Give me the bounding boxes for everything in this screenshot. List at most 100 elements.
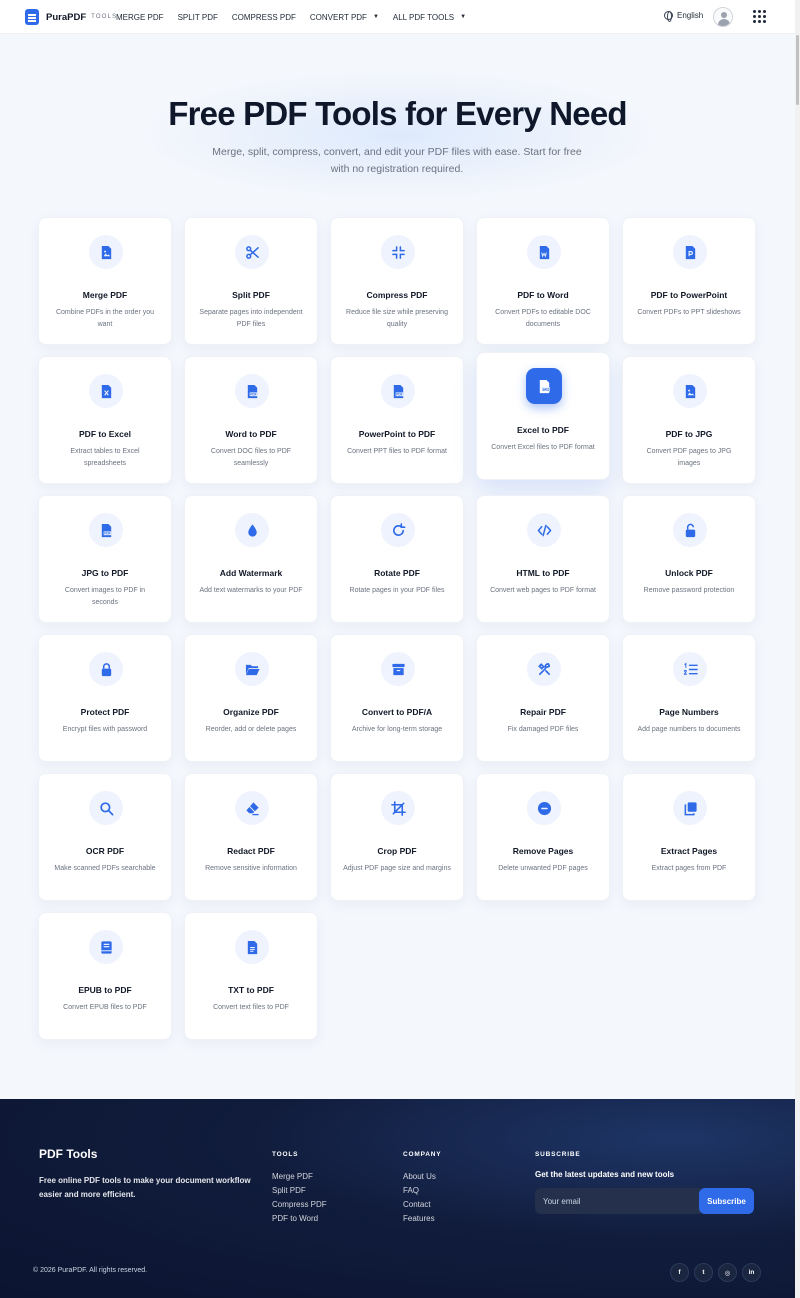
tool-card-unlock-pdf[interactable]: Unlock PDF Remove password protection <box>622 495 756 623</box>
page-scrollbar[interactable] <box>795 0 800 1298</box>
tool-description: Reorder, add or delete pages <box>205 726 297 733</box>
tool-title: Compress PDF <box>366 290 428 300</box>
tool-description: Delete unwanted PDF pages <box>498 865 588 872</box>
nav-compress-pdf[interactable]: COMPRESS PDF <box>232 13 296 22</box>
tool-card-add-watermark[interactable]: Add Watermark Add text watermarks to your… <box>184 495 318 623</box>
tool-card-redact-pdf[interactable]: Redact PDF Remove sensitive information <box>184 773 318 901</box>
user-account-button[interactable] <box>713 7 733 27</box>
facebook-icon[interactable]: f <box>670 1263 689 1282</box>
tool-title: Organize PDF <box>223 707 279 717</box>
archive-icon <box>381 652 415 686</box>
brand-subtitle: TOOLS <box>91 14 118 20</box>
tool-description: Add page numbers to documents <box>637 726 741 733</box>
tool-card-pdf-to-excel[interactable]: PDF to Excel Extract tables to Excel spre… <box>38 356 172 484</box>
tool-card-pdf-to-powerpoint[interactable]: PDF to PowerPoint Convert PDFs to PPT sli… <box>622 217 756 345</box>
document-logo-icon <box>25 9 39 25</box>
tool-title: Split PDF <box>232 290 270 300</box>
language-selector[interactable]: English <box>664 11 703 22</box>
footer-link-contact[interactable]: Contact <box>403 1198 441 1212</box>
footer-link-split-pdf[interactable]: Split PDF <box>272 1184 327 1198</box>
tool-description: Convert PPT files to PDF format <box>347 448 447 455</box>
tool-card-protect-pdf[interactable]: Protect PDF Encrypt files with password <box>38 634 172 762</box>
footer-link-faq[interactable]: FAQ <box>403 1184 441 1198</box>
tool-card-pdf-to-word[interactable]: PDF to Word Convert PDFs to editable DOC … <box>476 217 610 345</box>
tool-description: Convert DOC files to PDF seamlessly <box>210 448 292 467</box>
footer-link-about-us[interactable]: About Us <box>403 1170 441 1184</box>
tool-card-word-to-pdf[interactable]: PDF Word to PDF Convert DOC files to PDF s… <box>184 356 318 484</box>
tool-title: Convert to PDF/A <box>361 707 433 717</box>
tool-card-ocr-pdf[interactable]: OCR PDF Make scanned PDFs searchable <box>38 773 172 901</box>
pdf-file-icon: PDF <box>381 374 415 408</box>
image-file-icon <box>673 374 707 408</box>
nav-merge-pdf[interactable]: MERGE PDF <box>116 13 164 22</box>
site-footer: PDF Tools Free online PDF tools to make … <box>0 1099 795 1298</box>
tool-card-extract-pages[interactable]: Extract Pages Extract pages from PDF <box>622 773 756 901</box>
email-field[interactable] <box>535 1188 701 1214</box>
footer-company-column: COMPANY About Us FAQ Contact Features <box>403 1151 441 1226</box>
tool-title: Unlock PDF <box>665 568 713 578</box>
pdf-file-icon: PDF <box>526 368 562 404</box>
main-nav: MERGE PDF SPLIT PDF COMPRESS PDF CONVERT PD… <box>116 0 480 34</box>
footer-subscribe-heading: SUBSCRIBE <box>535 1151 581 1158</box>
tool-description: Fix damaged PDF files <box>507 726 579 733</box>
tool-description: Convert PDF pages to JPG images <box>646 448 732 467</box>
tool-card-merge-pdf[interactable]: Merge PDF Combine PDFs in the order you w… <box>38 217 172 345</box>
page-subtitle: Merge, split, compress, convert, and edi… <box>212 146 582 175</box>
tool-card-organize-pdf[interactable]: Organize PDF Reorder, add or delete pages <box>184 634 318 762</box>
tool-title: Rotate PDF <box>374 568 420 578</box>
tool-card-convert-to-pdf-a[interactable]: Convert to PDF/A Archive for long-term st… <box>330 634 464 762</box>
brand-logo[interactable]: PuraPDF TOOLS <box>25 9 117 25</box>
tool-title: EPUB to PDF <box>78 985 132 995</box>
tool-card-crop-pdf[interactable]: Crop PDF Adjust PDF page size and margins <box>330 773 464 901</box>
tool-description: Extract tables to Excel spreadsheets <box>70 448 140 467</box>
nav-convert-pdf[interactable]: CONVERT PDF ▼ <box>310 13 379 22</box>
pdf-file-icon: PDF <box>235 374 269 408</box>
twitter-icon[interactable]: t <box>694 1263 713 1282</box>
tool-card-epub-to-pdf[interactable]: EPUB to PDF Convert EPUB files to PDF <box>38 912 172 1040</box>
tool-title: Word to PDF <box>225 429 277 439</box>
footer-link-features[interactable]: Features <box>403 1212 441 1226</box>
search-icon <box>89 791 123 825</box>
book-icon <box>89 930 123 964</box>
tool-card-jpg-to-pdf[interactable]: PDF JPG to PDF Convert images to PDF in se… <box>38 495 172 623</box>
tool-card-page-numbers[interactable]: Page Numbers Add page numbers to document… <box>622 634 756 762</box>
tool-card-txt-to-pdf[interactable]: TXT to PDF Convert text files to PDF <box>184 912 318 1040</box>
tool-description: Separate pages into independent PDF file… <box>199 309 303 328</box>
tool-description: Convert PDFs to PPT slideshows <box>637 309 741 316</box>
nav-label: SPLIT PDF <box>177 12 218 22</box>
tool-card-pdf-to-jpg[interactable]: PDF to JPG Convert PDF pages to JPG image… <box>622 356 756 484</box>
instagram-icon[interactable]: ◎ <box>718 1263 737 1282</box>
scissors-icon <box>235 235 269 269</box>
apps-grid-icon[interactable] <box>753 10 766 23</box>
tool-card-repair-pdf[interactable]: Repair PDF Fix damaged PDF files <box>476 634 610 762</box>
tool-card-remove-pages[interactable]: Remove Pages Delete unwanted PDF pages <box>476 773 610 901</box>
unlock-icon <box>673 513 707 547</box>
tool-title: Excel to PDF <box>517 425 569 435</box>
subscribe-button[interactable]: Subscribe <box>699 1188 754 1214</box>
linkedin-icon[interactable]: in <box>742 1263 761 1282</box>
tool-card-split-pdf[interactable]: Split PDF Separate pages into independent… <box>184 217 318 345</box>
numbered-list-icon <box>673 652 707 686</box>
tool-card-compress-pdf[interactable]: Compress PDF Reduce file size while prese… <box>330 217 464 345</box>
tool-card-rotate-pdf[interactable]: Rotate PDF Rotate pages in your PDF files <box>330 495 464 623</box>
nav-all-pdf-tools[interactable]: ALL PDF TOOLS ▼ <box>393 13 466 22</box>
tool-title: PowerPoint to PDF <box>358 429 436 439</box>
footer-link-pdf-to-word[interactable]: PDF to Word <box>272 1212 327 1226</box>
scrollbar-thumb[interactable] <box>796 35 799 105</box>
tool-title: PDF to JPG <box>665 429 713 439</box>
tool-card-excel-to-pdf[interactable]: PDF Excel to PDF Convert Excel files to PD… <box>476 352 610 480</box>
footer-link-merge-pdf[interactable]: Merge PDF <box>272 1170 327 1184</box>
tools-grid: Merge PDF Combine PDFs in the order you w… <box>38 217 757 1040</box>
tool-description: Convert PDFs to editable DOC documents <box>495 309 591 328</box>
footer-link-compress-pdf[interactable]: Compress PDF <box>272 1198 327 1212</box>
footer-tagline: Free online PDF tools to make your docum… <box>39 1176 251 1199</box>
nav-split-pdf[interactable]: SPLIT PDF <box>178 13 218 22</box>
tool-card-powerpoint-to-pdf[interactable]: PDF PowerPoint to PDF Convert PPT files to… <box>330 356 464 484</box>
tool-description: Convert web pages to PDF format <box>490 587 596 594</box>
tool-title: HTML to PDF <box>516 568 570 578</box>
copyright-text: © 2026 PuraPDF. All rights reserved. <box>33 1267 148 1274</box>
tool-title: Merge PDF <box>82 290 128 300</box>
code-icon <box>527 513 561 547</box>
pdf-file-icon: PDF <box>89 513 123 547</box>
tool-card-html-to-pdf[interactable]: HTML to PDF Convert web pages to PDF form… <box>476 495 610 623</box>
